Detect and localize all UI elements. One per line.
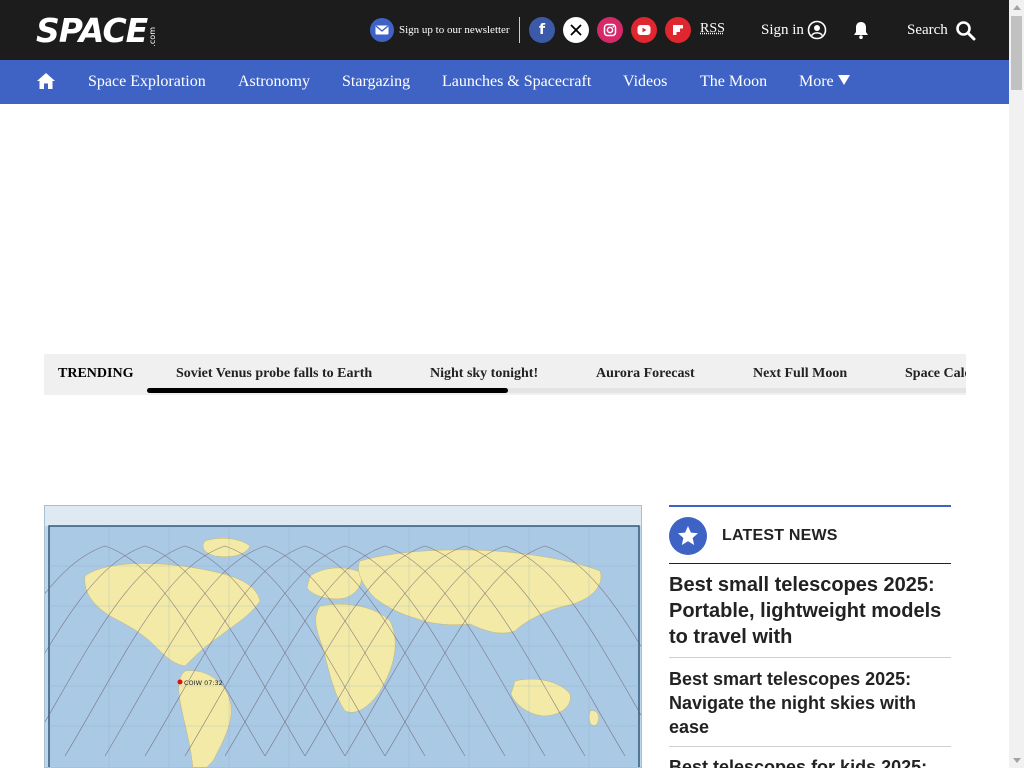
page-scrollbar[interactable] — [1009, 0, 1024, 768]
trending-scroll-thumb[interactable] — [147, 388, 508, 393]
sign-in-label: Sign in — [761, 21, 804, 38]
top-bar: SPACE .com Sign up to our newsletter f R… — [0, 0, 1009, 60]
logo-text: SPACE — [36, 11, 148, 50]
nav-more-label: More — [799, 73, 834, 90]
latest-news-panel: LATEST NEWS Best small telescopes 2025: … — [669, 505, 951, 768]
news-headline[interactable]: Best telescopes for kids 2025: — [669, 747, 951, 768]
news-headline[interactable]: Best smart telescopes 2025: Navigate the… — [669, 658, 951, 747]
scroll-down-arrow-icon[interactable] — [1013, 758, 1021, 763]
search-button[interactable]: Search — [907, 18, 976, 42]
search-label: Search — [907, 21, 948, 38]
latest-news-title: LATEST NEWS — [722, 527, 838, 544]
x-icon[interactable] — [563, 17, 589, 43]
nav-launches-spacecraft[interactable]: Launches & Spacecraft — [442, 73, 591, 91]
envelope-icon — [370, 18, 394, 42]
news-headline[interactable]: Best small telescopes 2025: Portable, li… — [669, 564, 951, 658]
youtube-icon[interactable] — [631, 17, 657, 43]
latest-news-header: LATEST NEWS — [669, 505, 951, 564]
instagram-icon[interactable] — [597, 17, 623, 43]
user-icon — [807, 20, 827, 40]
search-icon — [956, 20, 976, 40]
flipboard-icon[interactable] — [665, 17, 691, 43]
scroll-up-arrow-icon[interactable] — [1013, 5, 1021, 10]
trending-label: TRENDING — [58, 366, 134, 381]
orbit-track-map: COIW 07:32 — [45, 506, 641, 767]
notifications-bell-icon[interactable] — [851, 20, 871, 45]
trending-item[interactable]: Aurora Forecast — [596, 366, 695, 382]
scrollbar-thumb[interactable] — [1011, 16, 1022, 90]
home-icon[interactable] — [36, 72, 56, 95]
trending-item[interactable]: Next Full Moon — [753, 366, 847, 382]
nav-the-moon[interactable]: The Moon — [700, 73, 767, 91]
article-image-world-map[interactable]: COIW 07:32 — [44, 505, 642, 768]
main-nav: Space Exploration Astronomy Stargazing L… — [0, 60, 1009, 104]
rss-link[interactable]: RSS — [700, 21, 725, 37]
trending-item[interactable]: Soviet Venus probe falls to Earth — [176, 366, 372, 382]
nav-stargazing[interactable]: Stargazing — [342, 73, 410, 91]
logo-suffix: .com — [148, 27, 158, 47]
newsletter-label: Sign up to our newsletter — [399, 24, 510, 36]
nav-more-menu[interactable]: More — [799, 73, 850, 91]
star-icon — [669, 517, 707, 555]
sign-in-button[interactable]: Sign in — [761, 19, 827, 41]
facebook-icon[interactable]: f — [529, 17, 555, 43]
trending-item[interactable]: Space Calendar — [905, 366, 966, 382]
newsletter-signup-link[interactable]: Sign up to our newsletter — [370, 18, 510, 42]
header-divider — [519, 17, 520, 43]
trending-item[interactable]: Night sky tonight! — [430, 366, 538, 382]
reentry-marker — [177, 679, 183, 685]
chevron-down-icon — [837, 75, 850, 85]
reentry-marker-label: COIW 07:32 — [184, 679, 223, 687]
nav-videos[interactable]: Videos — [623, 73, 667, 91]
nav-space-exploration[interactable]: Space Exploration — [88, 73, 206, 91]
site-logo[interactable]: SPACE .com — [36, 13, 157, 47]
nav-astronomy[interactable]: Astronomy — [238, 73, 310, 91]
